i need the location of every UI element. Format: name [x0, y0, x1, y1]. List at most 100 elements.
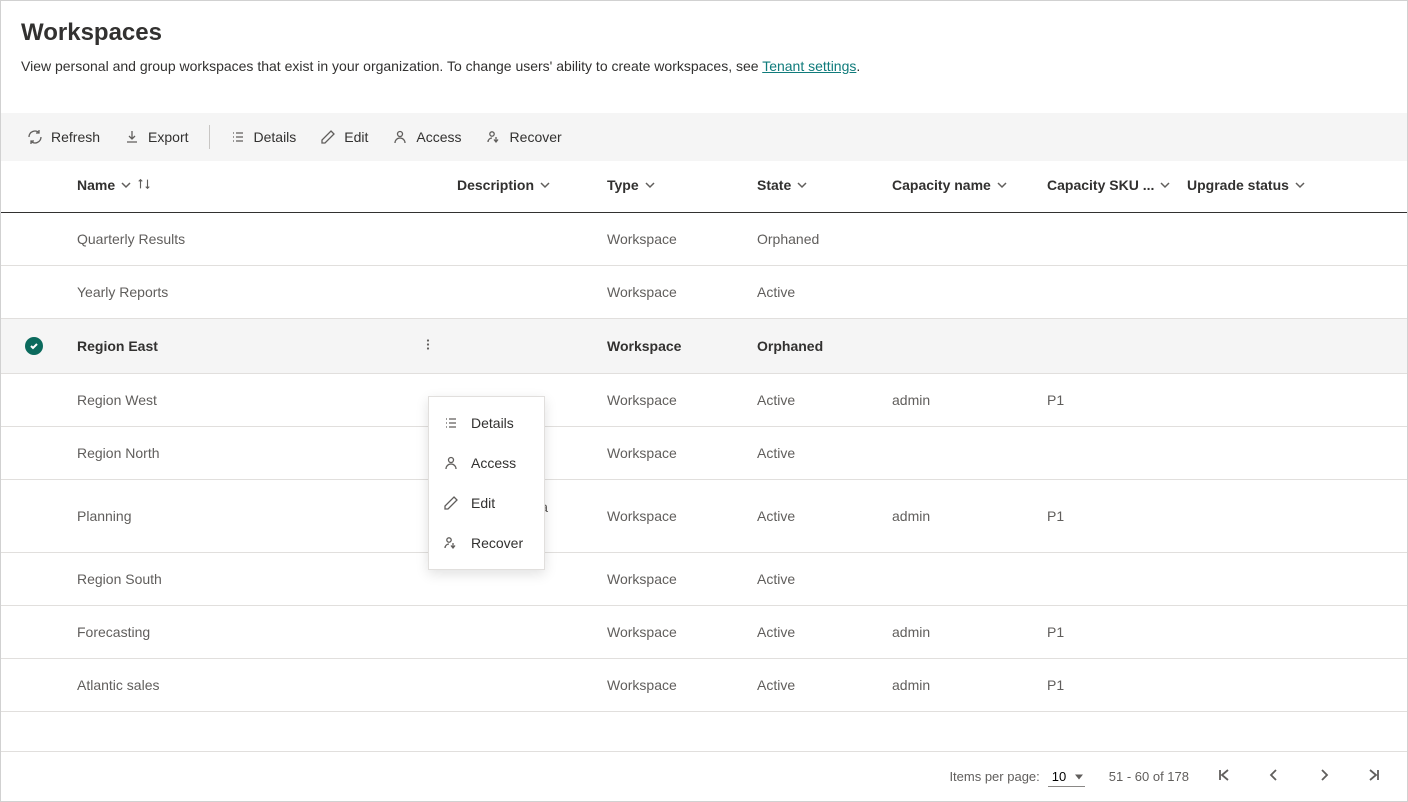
context-edit-label: Edit — [471, 495, 495, 511]
column-state-label: State — [757, 177, 791, 193]
cell-name: Region North — [69, 426, 449, 479]
cell-type: Workspace — [599, 426, 749, 479]
cell-upgrade-status — [1179, 658, 1407, 711]
export-button[interactable]: Export — [114, 119, 198, 155]
items-per-page-select[interactable]: 10 — [1048, 767, 1085, 787]
table-row[interactable]: Atlantic salesWorkspaceActiveadminP1 — [1, 658, 1407, 711]
cell-capacity-sku: P1 — [1039, 658, 1179, 711]
cell-description — [449, 212, 599, 265]
refresh-label: Refresh — [51, 129, 100, 145]
cell-name: Region South — [69, 552, 449, 605]
cell-capacity-sku: P1 — [1039, 373, 1179, 426]
page-header: Workspaces View personal and group works… — [1, 1, 1407, 77]
cell-capacity-name — [884, 552, 1039, 605]
column-header-type[interactable]: Type — [607, 177, 655, 193]
cell-type: Workspace — [599, 212, 749, 265]
cell-capacity-name — [884, 318, 1039, 373]
context-recover[interactable]: Recover — [429, 523, 544, 563]
column-name-label: Name — [77, 177, 115, 193]
chevron-down-icon — [121, 177, 131, 193]
cell-state: Orphaned — [749, 318, 884, 373]
cell-state: Active — [749, 605, 884, 658]
cell-state: Active — [749, 658, 884, 711]
cell-description — [449, 265, 599, 318]
first-page-button[interactable] — [1213, 764, 1235, 789]
recover-button[interactable]: Recover — [476, 119, 572, 155]
toolbar-divider — [209, 125, 210, 149]
cell-state: Orphaned — [749, 212, 884, 265]
table-container: Name Description Type State — [1, 161, 1407, 712]
table-row[interactable]: PlanningorkSpace area r test in BBTWorks… — [1, 479, 1407, 552]
export-icon — [124, 129, 140, 145]
cell-name: Atlantic sales — [69, 658, 449, 711]
cell-capacity-sku — [1039, 426, 1179, 479]
cell-capacity-sku — [1039, 318, 1179, 373]
chevron-down-icon — [1160, 177, 1170, 193]
cell-upgrade-status — [1179, 479, 1407, 552]
cell-capacity-name: admin — [884, 373, 1039, 426]
page-title: Workspaces — [21, 19, 1387, 47]
table-row[interactable]: Yearly ReportsWorkspaceActive — [1, 265, 1407, 318]
context-access[interactable]: Access — [429, 443, 544, 483]
column-description-label: Description — [457, 177, 534, 193]
context-details[interactable]: Details — [429, 403, 544, 443]
cell-upgrade-status — [1179, 426, 1407, 479]
column-header-description[interactable]: Description — [457, 177, 550, 193]
cell-capacity-name: admin — [884, 479, 1039, 552]
column-capacity-sku-label: Capacity SKU ... — [1047, 177, 1154, 193]
context-edit[interactable]: Edit — [429, 483, 544, 523]
table-row[interactable]: Region EastWorkspaceOrphaned — [1, 318, 1407, 373]
refresh-button[interactable]: Refresh — [17, 119, 110, 155]
column-header-upgrade-status[interactable]: Upgrade status — [1187, 177, 1305, 193]
column-header-name[interactable]: Name — [77, 177, 151, 194]
table-row[interactable]: ForecastingWorkspaceActiveadminP1 — [1, 605, 1407, 658]
cell-description — [449, 318, 599, 373]
prev-page-button[interactable] — [1263, 764, 1285, 789]
last-page-button[interactable] — [1363, 764, 1385, 789]
edit-icon — [320, 129, 336, 145]
column-upgrade-status-label: Upgrade status — [1187, 177, 1289, 193]
access-button[interactable]: Access — [382, 119, 471, 155]
cell-name: Region East — [69, 318, 449, 373]
cell-state: Active — [749, 373, 884, 426]
table-row[interactable]: Region SouthWorkspaceActive — [1, 552, 1407, 605]
next-page-button[interactable] — [1313, 764, 1335, 789]
context-access-label: Access — [471, 455, 516, 471]
table-row[interactable]: Region WestWorkspaceActiveadminP1 — [1, 373, 1407, 426]
cell-capacity-sku: P1 — [1039, 479, 1179, 552]
more-options-button[interactable] — [413, 333, 443, 358]
description-suffix: . — [856, 58, 860, 74]
cell-upgrade-status — [1179, 373, 1407, 426]
cell-capacity-name: admin — [884, 658, 1039, 711]
details-icon — [230, 129, 246, 145]
table-row[interactable]: Quarterly ResultsWorkspaceOrphaned — [1, 212, 1407, 265]
cell-name: Region West — [69, 373, 449, 426]
export-label: Export — [148, 129, 188, 145]
cell-description — [449, 605, 599, 658]
cell-upgrade-status — [1179, 212, 1407, 265]
cell-name: Forecasting — [69, 605, 449, 658]
checkmark-icon — [25, 337, 43, 355]
cell-state: Active — [749, 265, 884, 318]
table-row[interactable]: Region NorthWorkspaceActive — [1, 426, 1407, 479]
column-header-capacity-sku[interactable]: Capacity SKU ... — [1047, 177, 1170, 193]
cell-upgrade-status — [1179, 552, 1407, 605]
column-header-capacity-name[interactable]: Capacity name — [892, 177, 1007, 193]
cell-state: Active — [749, 479, 884, 552]
edit-button[interactable]: Edit — [310, 119, 378, 155]
cell-capacity-name — [884, 212, 1039, 265]
page-range: 51 - 60 of 178 — [1109, 769, 1189, 784]
chevron-down-icon — [997, 177, 1007, 193]
tenant-settings-link[interactable]: Tenant settings — [762, 58, 856, 74]
cell-description — [449, 658, 599, 711]
details-button[interactable]: Details — [220, 119, 307, 155]
column-capacity-name-label: Capacity name — [892, 177, 991, 193]
toolbar: Refresh Export Details Edit Access Recov… — [1, 113, 1407, 161]
column-header-state[interactable]: State — [757, 177, 807, 193]
cell-type: Workspace — [599, 265, 749, 318]
cell-type: Workspace — [599, 552, 749, 605]
chevron-down-icon — [540, 177, 550, 193]
chevron-down-icon — [1295, 177, 1305, 193]
cell-capacity-name — [884, 426, 1039, 479]
cell-capacity-sku — [1039, 212, 1179, 265]
